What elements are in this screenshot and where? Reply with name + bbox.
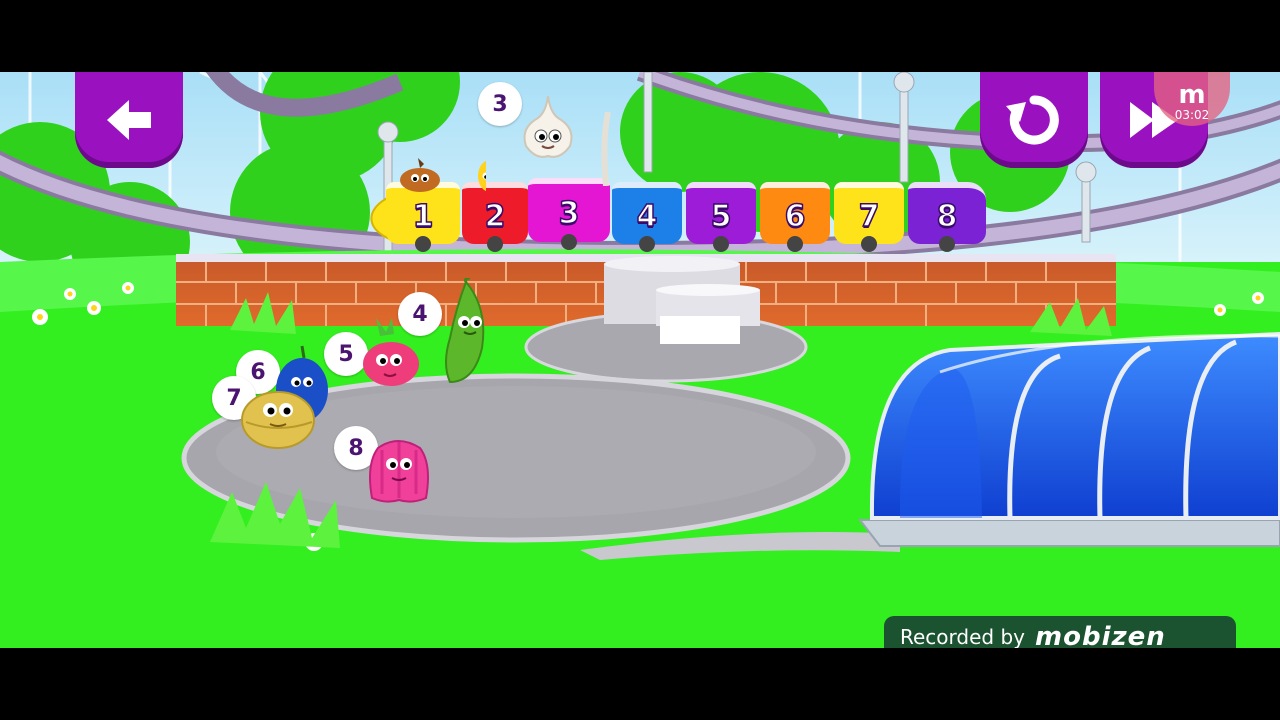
yellow-bun-character[interactable] [240, 384, 320, 452]
mobizen-logo: mobizen [1035, 622, 1166, 648]
train-car-7[interactable]: 7 [834, 182, 904, 252]
restart-button[interactable] [980, 72, 1088, 168]
watermark-prefix: Recorded by [900, 625, 1025, 648]
pea-pod-character[interactable] [436, 278, 492, 388]
screen: m 03:02 1 2 3 4 5 6 7 8 3 4 5 6 7 8 Reco… [0, 0, 1280, 720]
train-car-5[interactable]: 5 [686, 182, 756, 252]
pink-jelly-character[interactable] [362, 434, 436, 506]
garlic-character[interactable] [516, 94, 580, 160]
riders-on-train [400, 158, 486, 192]
restart-icon [1006, 95, 1059, 145]
train-car-4[interactable]: 4 [612, 182, 682, 252]
train-car-3[interactable]: 3 [528, 178, 610, 250]
train-car-8[interactable]: 8 [908, 182, 986, 252]
scene-background [0, 72, 1280, 648]
recorder-logo: m [1178, 80, 1206, 110]
game-area[interactable]: m 03:02 1 2 3 4 5 6 7 8 3 4 5 6 7 8 Reco… [0, 72, 1280, 648]
train-car-6[interactable]: 6 [760, 182, 830, 252]
arrow-left-icon [107, 100, 151, 140]
recorder-timer: 03:02 [1174, 108, 1210, 122]
radish-character[interactable] [358, 318, 424, 392]
spring-onion-stalk [601, 112, 611, 186]
glass-tunnel [857, 331, 1280, 547]
recorded-by-watermark: Recorded by mobizen [884, 616, 1236, 648]
back-button[interactable] [75, 72, 183, 168]
